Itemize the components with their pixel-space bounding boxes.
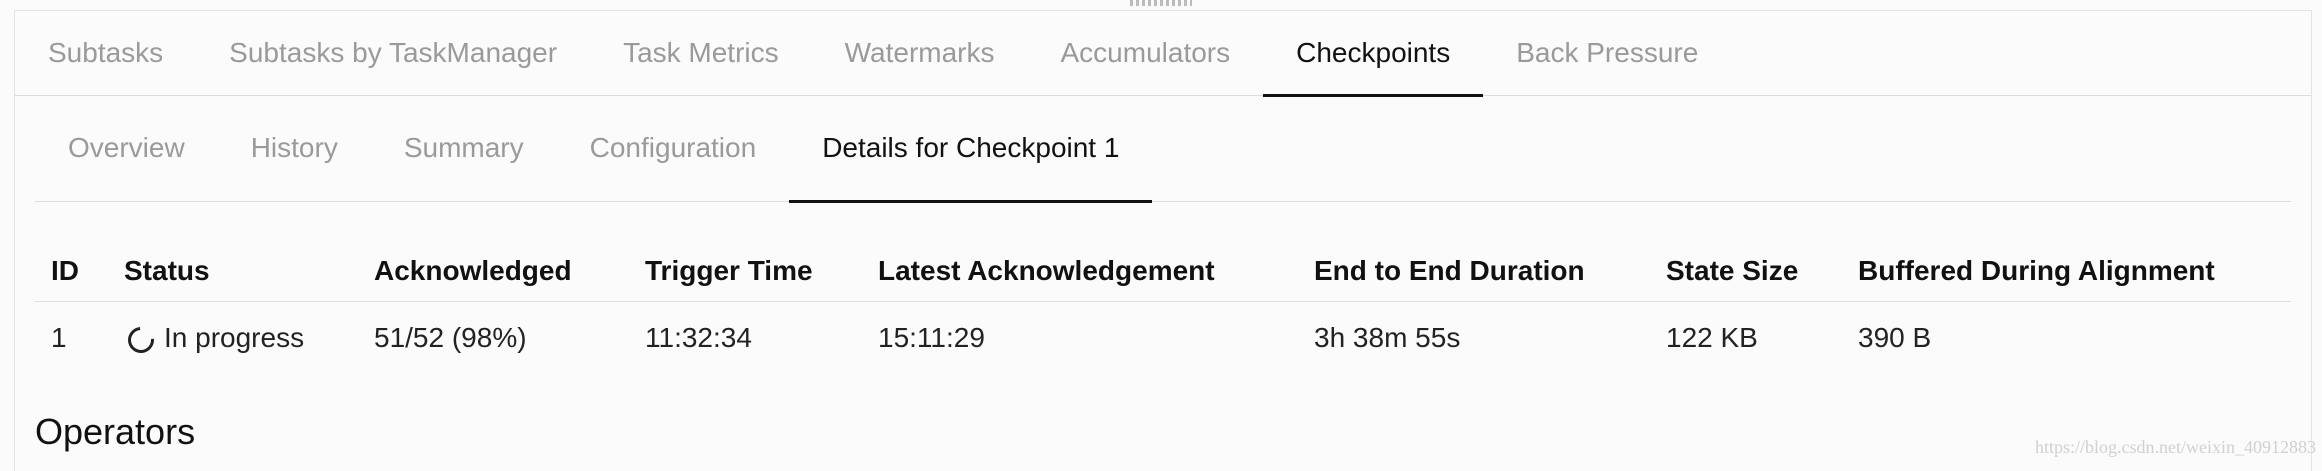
checkpoint-sub-tabs: Overview History Summary Configuration D… [35,95,2291,203]
state-size-cell: 122 KB [1666,322,1758,353]
tab-subtasks-by-taskmanager[interactable]: Subtasks by TaskManager [196,11,590,95]
tab-task-metrics[interactable]: Task Metrics [590,11,812,95]
checkpoint-id: 1 [51,322,67,353]
table-row: 1 In progress 51/52 (98%) 11:32:34 15:11… [35,302,2291,375]
job-vertex-panel: Subtasks Subtasks by TaskManager Task Me… [14,10,2312,471]
buffered-cell: 390 B [1858,322,1932,353]
tab-watermarks[interactable]: Watermarks [812,11,1028,95]
column-header: Latest Acknowledgement [862,241,1298,302]
tab-checkpoint-details[interactable]: Details for Checkpoint 1 [789,95,1153,203]
status-text: In progress [164,322,305,353]
column-header: ID [35,241,108,302]
trigger-time-cell: 11:32:34 [645,322,752,353]
tab-summary[interactable]: Summary [371,95,557,201]
column-header: Buffered During Alignment [1842,241,2291,302]
column-header: Status [108,241,358,302]
tab-overview[interactable]: Overview [35,95,218,201]
tab-checkpoints[interactable]: Checkpoints [1263,11,1484,97]
column-header: State Size [1650,241,1842,302]
column-header: Trigger Time [629,241,862,302]
in-progress-spinner-icon [122,321,160,358]
watermark-text: https://blog.csdn.net/weixin_40912883 [2035,437,2316,457]
duration-cell: 3h 38m 55s [1314,322,1461,353]
latest-ack-cell: 15:11:29 [878,322,985,353]
tab-history[interactable]: History [218,95,371,201]
tab-accumulators[interactable]: Accumulators [1028,11,1264,95]
operators-heading: Operators [35,411,196,452]
column-header: End to End Duration [1298,241,1650,302]
acknowledged-cell: 51/52 (98%) [374,322,527,353]
resize-handle[interactable] [1130,0,1192,6]
column-header: Acknowledged [358,241,629,302]
tab-subtasks[interactable]: Subtasks [15,11,196,95]
checkpoint-details-table: ID Status Acknowledged Trigger Time Late… [35,241,2291,374]
status-cell: In progress [108,302,358,375]
table-header-row: ID Status Acknowledged Trigger Time Late… [35,241,2291,302]
tab-back-pressure[interactable]: Back Pressure [1483,11,1731,95]
tab-configuration[interactable]: Configuration [557,95,790,201]
main-tabs: Subtasks Subtasks by TaskManager Task Me… [15,11,2311,97]
